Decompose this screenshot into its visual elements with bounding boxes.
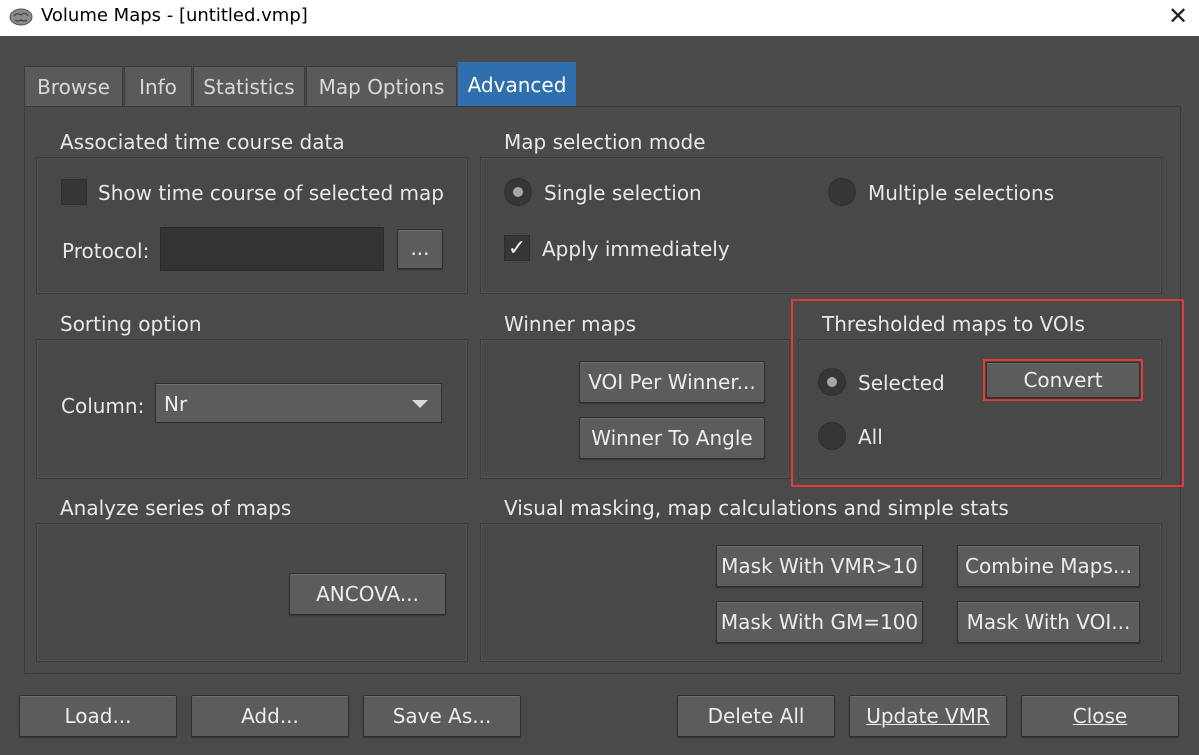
protocol-label: Protocol:	[62, 239, 150, 263]
multiple-selections-label: Multiple selections	[868, 181, 1055, 205]
brain-icon	[8, 6, 34, 28]
mask-with-gm-button[interactable]: Mask With GM=100	[716, 601, 923, 643]
show-time-course-label: Show time course of selected map	[98, 181, 444, 205]
mask-with-voi-button[interactable]: Mask With VOI...	[957, 601, 1140, 643]
radio-selected-dot	[827, 377, 837, 387]
winner-maps-title: Winner maps	[504, 312, 636, 336]
ancova-button[interactable]: ANCOVA...	[289, 573, 446, 615]
all-label: All	[858, 425, 883, 449]
tab-map-options[interactable]: Map Options	[306, 66, 457, 106]
protocol-field[interactable]	[160, 227, 384, 271]
map-selection-title: Map selection mode	[504, 130, 706, 154]
tab-advanced[interactable]: Advanced	[458, 62, 576, 106]
column-label: Column:	[61, 394, 145, 418]
apply-immediately-label: Apply immediately	[542, 237, 730, 261]
single-selection-label: Single selection	[544, 181, 702, 205]
tab-browse[interactable]: Browse	[24, 66, 123, 106]
close-window-icon[interactable]: ✕	[1163, 0, 1193, 32]
all-radio[interactable]	[818, 422, 846, 450]
show-time-course-checkbox[interactable]	[61, 179, 87, 205]
protocol-browse-button[interactable]: ...	[397, 229, 443, 269]
combine-maps-button[interactable]: Combine Maps...	[957, 545, 1140, 587]
delete-all-button[interactable]: Delete All	[677, 695, 835, 737]
mask-with-vmr-button[interactable]: Mask With VMR>10	[716, 545, 923, 587]
single-selection-radio[interactable]	[504, 178, 532, 206]
tab-info[interactable]: Info	[124, 66, 192, 106]
thresholded-title: Thresholded maps to VOIs	[822, 312, 1085, 336]
selected-radio[interactable]	[818, 368, 846, 396]
update-vmr-button[interactable]: Update VMR	[849, 695, 1007, 737]
tab-statistics[interactable]: Statistics	[193, 66, 305, 106]
radio-selected-dot	[513, 187, 523, 197]
masking-title: Visual masking, map calculations and sim…	[504, 496, 1009, 520]
load-button[interactable]: Load...	[19, 695, 177, 737]
title-bar: Volume Maps - [untitled.vmp] ✕	[0, 0, 1199, 36]
time-course-group	[36, 157, 468, 294]
chevron-down-icon	[412, 400, 428, 408]
time-course-title: Associated time course data	[60, 130, 345, 154]
multiple-selections-radio[interactable]	[828, 178, 856, 206]
column-combobox-value: Nr	[164, 392, 188, 416]
winner-to-angle-button[interactable]: Winner To Angle	[579, 417, 765, 459]
add-button[interactable]: Add...	[191, 695, 349, 737]
map-selection-group	[480, 157, 1162, 294]
convert-button[interactable]: Convert	[986, 362, 1140, 398]
sorting-title: Sorting option	[60, 312, 202, 336]
save-as-button[interactable]: Save As...	[363, 695, 521, 737]
series-title: Analyze series of maps	[60, 496, 292, 520]
close-button[interactable]: Close	[1021, 695, 1179, 737]
voi-per-winner-button[interactable]: VOI Per Winner...	[579, 361, 765, 403]
apply-immediately-checkbox[interactable]: ✓	[504, 235, 530, 261]
window-title: Volume Maps - [untitled.vmp]	[41, 5, 308, 26]
selected-label: Selected	[858, 371, 945, 395]
column-combobox[interactable]: Nr	[155, 383, 442, 423]
